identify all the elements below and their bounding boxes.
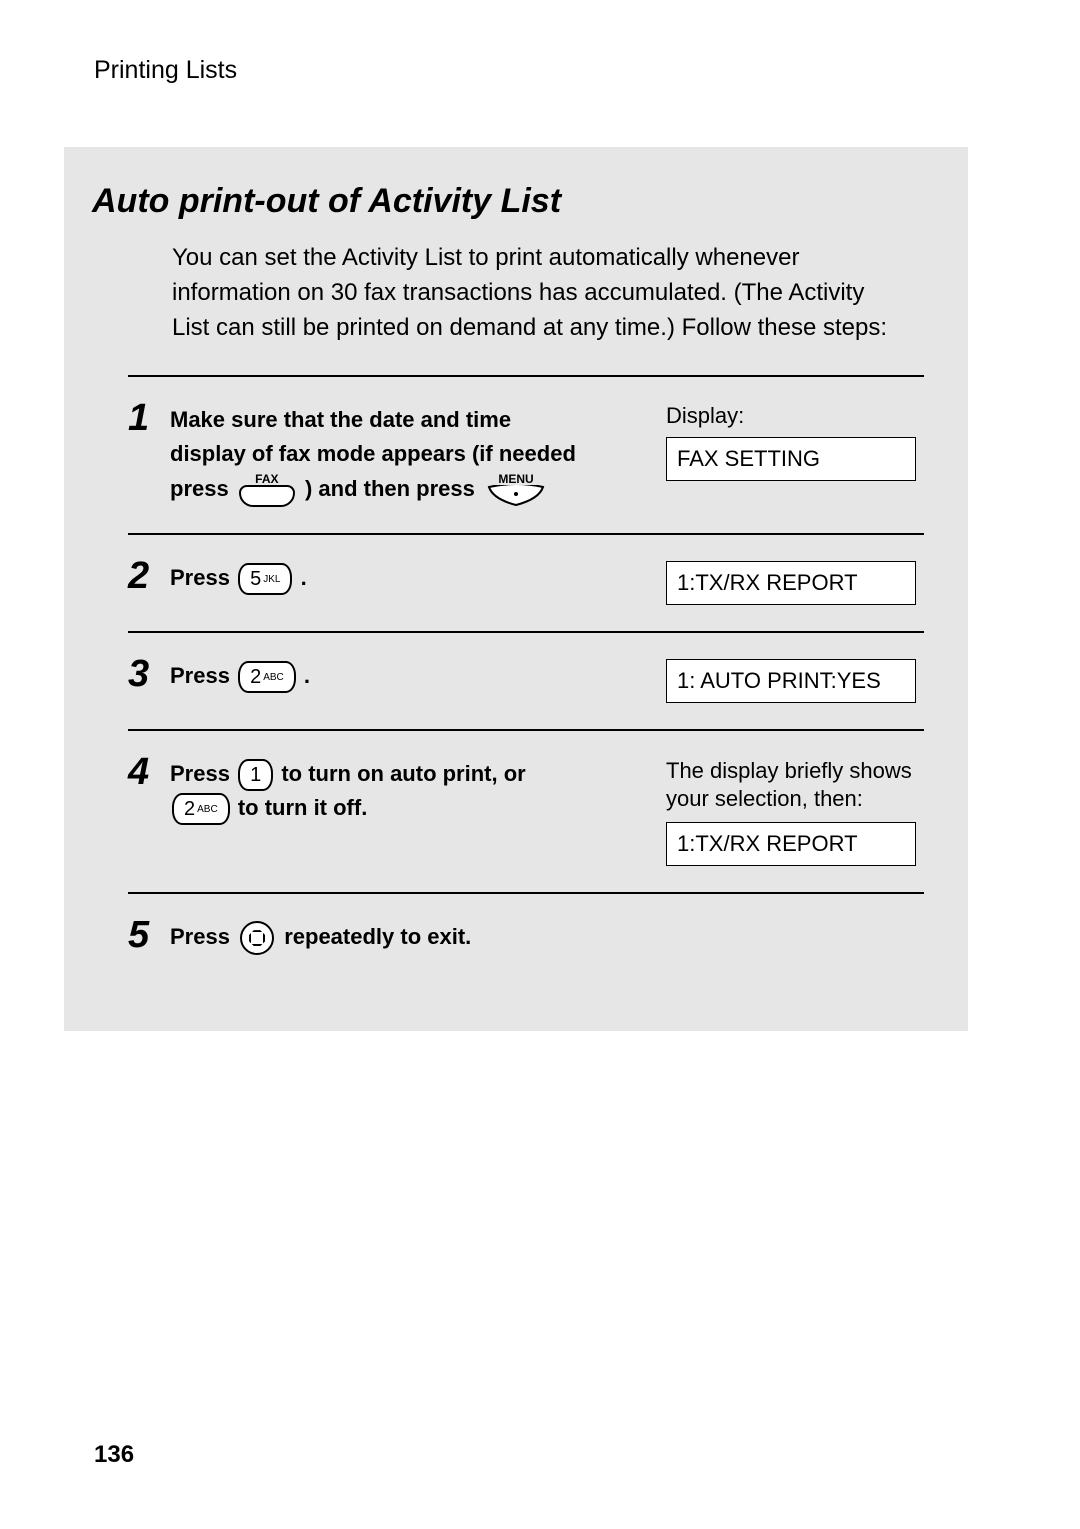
step3-period: . [304,663,310,688]
step-row: 5 Press repeatedly to exit. [128,894,924,981]
running-header: Printing Lists [94,56,237,85]
key-2-number: 2 [184,798,195,820]
step-number: 1 [128,399,170,506]
step2-press: Press [170,565,230,590]
step-row: 2 Press 5JKL . 1:TX/RX REPORT [128,535,924,631]
step1-and-then: ) and then press [305,476,475,501]
step3-press: Press [170,663,230,688]
step-row: 4 Press 1 to turn on auto print, or 2ABC… [128,731,924,892]
step-row: 1 Make sure that the date and time displ… [128,377,924,532]
step-instruction: Press 5JKL . [170,557,666,605]
step4-press: Press [170,761,230,786]
steps-table: 1 Make sure that the date and time displ… [128,375,924,981]
step4-text-a: to turn on auto print, or [281,761,525,786]
key-2-number: 2 [250,666,261,688]
key-2-sub: ABC [197,804,218,815]
manual-page: Printing Lists Auto print-out of Activit… [0,0,1080,1529]
step-instruction: Press 2ABC . [170,655,666,703]
intro-paragraph: You can set the Activity List to print a… [64,221,968,345]
step-display-col: 1: AUTO PRINT:YES [666,655,924,703]
step5-press: Press [170,924,230,949]
page-number: 136 [94,1441,134,1469]
key-2-icon: 2ABC [172,793,230,825]
section-title: Auto print-out of Activity List [64,147,968,221]
key-1-icon: 1 [238,759,273,791]
display-label: Display: [666,403,924,429]
step2-period: . [301,565,307,590]
step5-text: repeatedly to exit. [284,924,471,949]
menu-key-icon: MENU [485,473,547,507]
display-box: 1:TX/RX REPORT [666,561,916,605]
step1-press: press [170,476,229,501]
step4-text-b: to turn it off. [238,795,368,820]
step-number: 5 [128,916,170,955]
step-instruction: Press 1 to turn on auto print, or 2ABC t… [170,753,666,866]
fax-key-label: FAX [239,473,295,485]
key-2-icon: 2ABC [238,661,296,693]
step-instruction: Press repeatedly to exit. [170,916,666,955]
fax-key-icon: FAX [239,473,295,507]
step-display-col: Display: FAX SETTING [666,399,924,506]
display-box: 1: AUTO PRINT:YES [666,659,916,703]
display-box: 1:TX/RX REPORT [666,822,916,866]
step-display-col [666,916,924,955]
display-note: The display briefly shows your selection… [666,757,924,814]
key-1-number: 1 [250,764,261,786]
step-display-col: The display briefly shows your selection… [666,753,924,866]
step1-line1: Make sure that the date and time [170,407,511,432]
key-5-icon: 5JKL [238,563,292,595]
key-2-sub: ABC [263,672,284,683]
display-box: FAX SETTING [666,437,916,481]
step-display-col: 1:TX/RX REPORT [666,557,924,605]
menu-key-label: MENU [485,473,547,485]
content-panel: Auto print-out of Activity List You can … [64,147,968,1031]
step-instruction: Make sure that the date and time display… [170,399,666,506]
step-number: 4 [128,753,170,866]
stop-key-icon [240,921,274,955]
key-5-number: 5 [250,568,261,590]
step-row: 3 Press 2ABC . 1: AUTO PRINT:YES [128,633,924,729]
key-5-sub: JKL [263,574,280,585]
step-number: 2 [128,557,170,605]
step1-line2: display of fax mode appears (if needed [170,441,576,466]
step-number: 3 [128,655,170,703]
